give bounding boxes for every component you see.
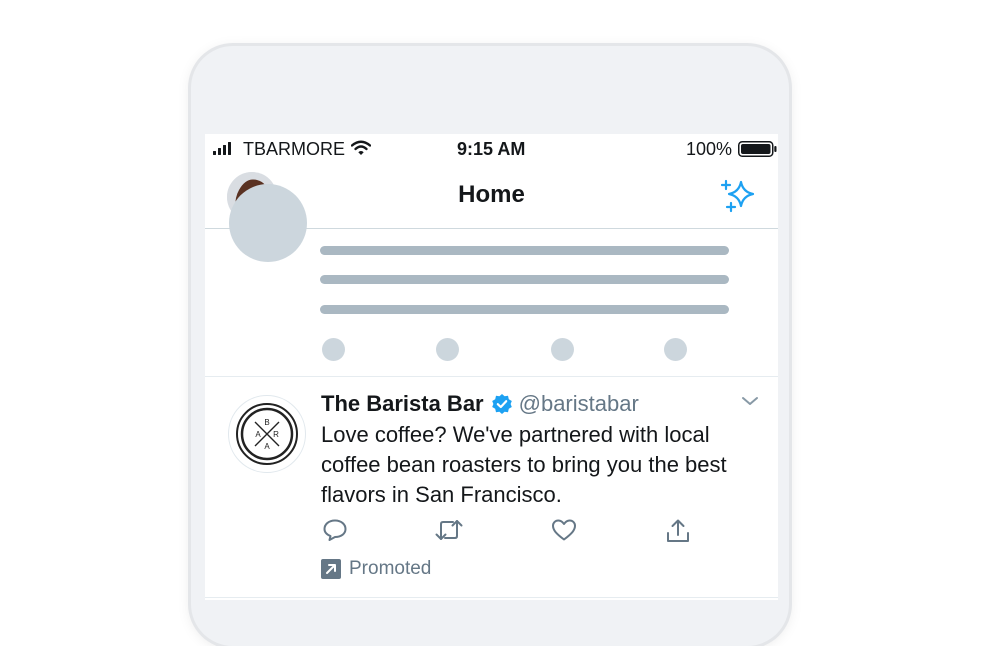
clock: 9:15 AM bbox=[457, 139, 526, 159]
loading-placeholder-tweet bbox=[205, 184, 778, 377]
promoted-label: Promoted bbox=[321, 558, 431, 580]
placeholder-line bbox=[320, 305, 729, 314]
verified-badge-icon bbox=[491, 394, 512, 414]
placeholder-line bbox=[320, 246, 729, 255]
tweet-header: The Barista Bar @baristabar bbox=[321, 391, 639, 417]
battery-percent: 100% bbox=[686, 139, 733, 159]
carrier-name: TBARMORE bbox=[243, 139, 346, 159]
placeholder-action-dot bbox=[664, 338, 687, 361]
placeholder-action-dot bbox=[436, 338, 459, 361]
retweet-icon[interactable] bbox=[434, 518, 464, 542]
placeholder-line bbox=[320, 275, 729, 284]
like-icon[interactable] bbox=[551, 518, 577, 542]
logo-letter: A bbox=[255, 430, 261, 439]
status-bar: TBARMORE 9:15 AM 100% bbox=[205, 134, 778, 164]
logo-letter: A bbox=[264, 442, 270, 451]
wifi-icon bbox=[351, 140, 371, 155]
placeholder-action-dot bbox=[322, 338, 345, 361]
reply-icon[interactable] bbox=[322, 518, 348, 542]
placeholder-action-dot bbox=[551, 338, 574, 361]
promoted-arrow-icon bbox=[321, 559, 341, 579]
share-icon[interactable] bbox=[665, 518, 691, 544]
barista-bar-logo: B A R A bbox=[236, 403, 298, 465]
logo-letter: R bbox=[273, 430, 279, 439]
placeholder-avatar bbox=[229, 184, 307, 262]
signal-icon bbox=[213, 142, 231, 155]
chevron-down-icon[interactable] bbox=[740, 395, 760, 407]
tweet-text: Love coffee? We've partnered with local … bbox=[321, 422, 727, 507]
brand-logo-avatar[interactable]: B A R A bbox=[228, 395, 306, 473]
display-name[interactable]: The Barista Bar bbox=[321, 391, 484, 417]
phone-screen: TBARMORE 9:15 AM 100% Home B A R A The B… bbox=[205, 134, 778, 600]
sparkle-icon[interactable] bbox=[720, 178, 762, 214]
promoted-tweet[interactable]: B A R A The Barista Bar @baristabar Love… bbox=[205, 377, 778, 598]
battery-icon bbox=[738, 141, 777, 157]
logo-letter: B bbox=[264, 418, 269, 427]
promoted-text: Promoted bbox=[349, 558, 432, 579]
user-handle[interactable]: @baristabar bbox=[519, 391, 639, 417]
